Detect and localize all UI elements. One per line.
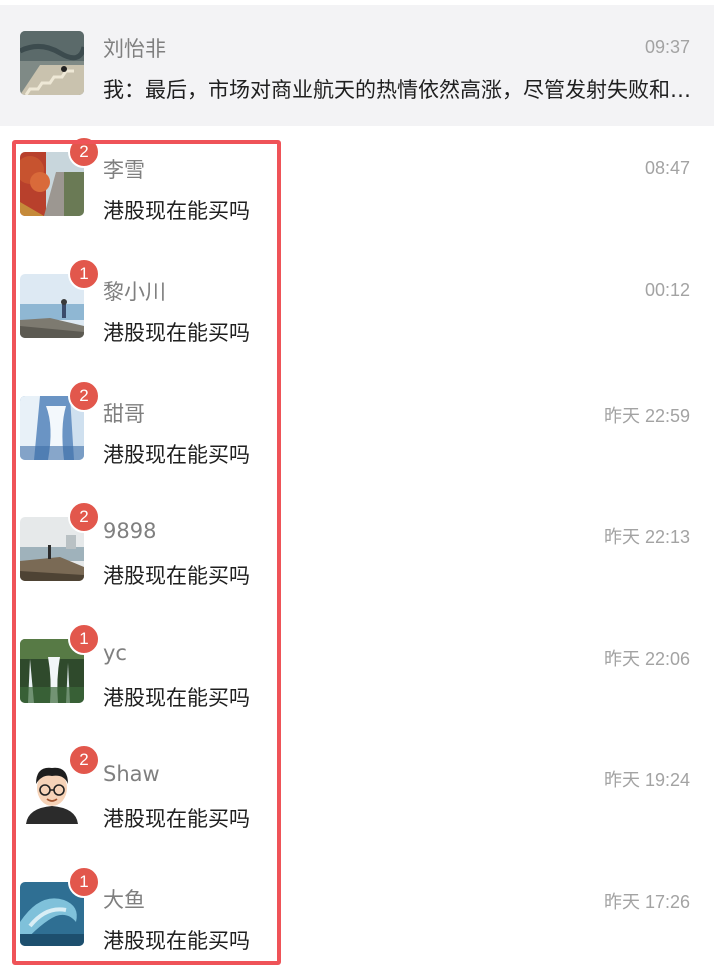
unread-count-badge: 2 (68, 501, 100, 533)
contact-name: 李雪 (103, 158, 145, 182)
message-preview: 港股现在能买吗 (103, 807, 250, 831)
avatar: 1 (20, 258, 100, 338)
contact-name: 刘怡非 (103, 37, 166, 61)
message-time: 昨天 22:59 (603, 406, 690, 426)
avatar: 2 (20, 380, 100, 460)
chat-item-liu-yifei[interactable]: 刘怡非 09:37 我：最后，市场对商业航天的热情依然高涨，尽管发射失败和亏损持… (0, 5, 714, 126)
contact-name: 大鱼 (103, 888, 145, 912)
avatar: 2 (20, 744, 100, 824)
staircase-photo-icon (20, 31, 84, 95)
message-time: 昨天 19:24 (603, 770, 690, 790)
contact-name: 黎小川 (103, 280, 166, 304)
message-preview: 港股现在能买吗 (103, 564, 250, 588)
message-time: 昨天 17:26 (603, 892, 690, 912)
contact-name: 甜哥 (103, 402, 145, 426)
unread-count-badge: 1 (68, 623, 100, 655)
chat-item-shaw[interactable]: 2 Shaw 昨天 19:24 港股现在能买吗 (0, 734, 714, 855)
message-preview: 港股现在能买吗 (103, 686, 250, 710)
avatar: 1 (20, 866, 100, 946)
unread-count-badge: 2 (68, 380, 100, 412)
message-preview: 港股现在能买吗 (103, 443, 250, 467)
message-preview: 港股现在能买吗 (103, 929, 250, 953)
chat-list: 刘怡非 09:37 我：最后，市场对商业航天的热情依然高涨，尽管发射失败和亏损持… (0, 0, 714, 966)
unread-count-badge: 2 (68, 744, 100, 776)
message-time: 09:37 (644, 37, 690, 57)
message-time: 昨天 22:06 (603, 649, 690, 669)
chat-item-li-xue[interactable]: 2 李雪 08:47 港股现在能买吗 (0, 126, 714, 247)
avatar: 2 (20, 136, 100, 216)
contact-name: 9898 (103, 519, 157, 543)
chat-item-da-yu[interactable]: 1 大鱼 昨天 17:26 港股现在能买吗 (0, 856, 714, 966)
message-time: 00:12 (644, 280, 690, 300)
unread-count-badge: 2 (68, 136, 100, 168)
chat-item-9898[interactable]: 2 9898 昨天 22:13 港股现在能买吗 (0, 491, 714, 612)
message-preview: 港股现在能买吗 (103, 321, 250, 345)
avatar: 2 (20, 501, 100, 581)
message-preview: 港股现在能买吗 (103, 199, 250, 223)
avatar (20, 31, 84, 95)
chat-item-yc[interactable]: 1 yc 昨天 22:06 港股现在能买吗 (0, 613, 714, 734)
contact-name: Shaw (103, 762, 160, 786)
unread-count-badge: 1 (68, 866, 100, 898)
chat-item-li-xiaochuan[interactable]: 1 黎小川 00:12 港股现在能买吗 (0, 248, 714, 369)
chat-item-tian-ge[interactable]: 2 甜哥 昨天 22:59 港股现在能买吗 (0, 370, 714, 491)
avatar: 1 (20, 623, 100, 703)
message-preview: 我：最后，市场对商业航天的热情依然高涨，尽管发射失败和亏损持续，商业航天仍在快速… (103, 78, 693, 102)
unread-count-badge: 1 (68, 258, 100, 290)
contact-name: yc (103, 641, 127, 665)
message-time: 08:47 (644, 158, 690, 178)
message-time: 昨天 22:13 (603, 527, 690, 547)
